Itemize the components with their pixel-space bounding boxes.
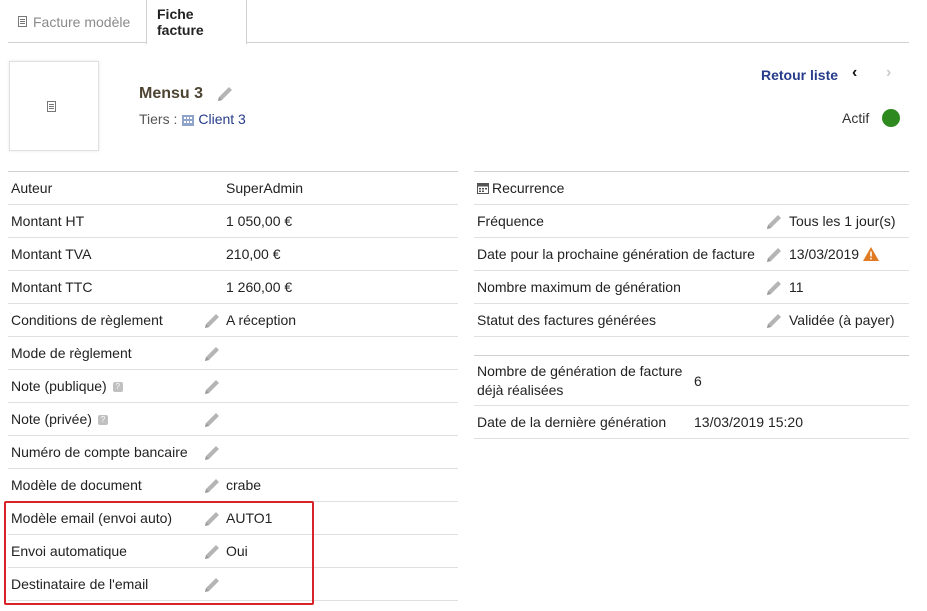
document-icon (18, 16, 27, 27)
page-title: Mensu 3 (139, 84, 235, 104)
field-value: 6 (694, 372, 702, 389)
field-label: Numéro de compte bancaire (11, 444, 188, 460)
edit-pencil-icon[interactable] (764, 278, 784, 298)
field-value: SuperAdmin (226, 180, 304, 196)
table-row: Date de la dernière génération 13/03/201… (474, 406, 909, 439)
field-value: crabe (226, 477, 262, 493)
edit-pencil-icon[interactable] (764, 245, 784, 265)
edit-pencil-icon[interactable] (202, 443, 222, 463)
table-row: Nombre de génération de facture déjà réa… (474, 356, 909, 406)
company-icon (182, 114, 195, 126)
document-icon (46, 100, 56, 112)
table-row: Nombre maximum de génération 11 (474, 271, 909, 304)
status-label: Actif (842, 110, 870, 126)
edit-pencil-icon[interactable] (202, 476, 222, 496)
field-label: Statut des factures générées (477, 312, 656, 328)
field-value: 11 (789, 279, 804, 295)
field-label-text: Note (privée) (11, 411, 92, 427)
table-row: Numéro de compte bancaire (8, 436, 458, 469)
field-value: Validée (à payer) (789, 312, 895, 328)
edit-pencil-icon[interactable] (202, 344, 222, 364)
edit-pencil-icon[interactable] (764, 311, 784, 331)
field-value: A réception (226, 312, 297, 328)
tiers-label: Tiers : (139, 111, 178, 127)
edit-pencil-icon[interactable] (215, 84, 235, 104)
edit-pencil-icon[interactable] (202, 311, 222, 331)
field-label: Montant TTC (11, 279, 93, 295)
table-row: Date pour la prochaine génération de fac… (474, 238, 909, 271)
field-label: Nombre maximum de génération (477, 279, 681, 295)
field-label: Date pour la prochaine génération de fac… (477, 246, 755, 262)
generation-stats-table: Nombre de génération de facture déjà réa… (474, 355, 909, 439)
field-label: Montant HT (11, 213, 85, 229)
tab-fiche-facture[interactable]: Fiche facture (146, 0, 247, 44)
previous-record-icon[interactable]: ‹ (852, 64, 857, 82)
document-thumbnail (9, 61, 99, 151)
help-icon[interactable]: ? (112, 382, 123, 393)
field-label: Mode de règlement (11, 345, 132, 361)
help-icon[interactable]: ? (97, 415, 108, 426)
edit-pencil-icon[interactable] (764, 212, 784, 232)
table-row: Mode de règlement (8, 337, 458, 370)
table-row: Montant TVA 210,00 € (8, 238, 458, 271)
next-date-value: 13/03/2019 (789, 246, 860, 262)
status-active-icon (882, 109, 900, 127)
recurrence-heading-text: Recurrence (492, 180, 565, 196)
tab-label: Fiche facture (157, 6, 204, 38)
field-label: Conditions de règlement (11, 312, 163, 328)
highlight-box (4, 501, 314, 605)
field-label-line2: déjà réalisées (477, 381, 564, 398)
tab-label: Facture modèle (33, 13, 131, 30)
field-value: 1 260,00 € (226, 279, 293, 295)
field-label: Note (publique)? (11, 378, 123, 394)
tab-facture-modele[interactable]: Facture modèle (8, 0, 140, 43)
edit-pencil-icon[interactable] (202, 410, 222, 430)
table-row: Note (publique)? (8, 370, 458, 403)
back-to-list-link[interactable]: Retour liste (761, 67, 838, 83)
table-row: Modèle de document crabe (8, 469, 458, 502)
field-label-line1: Nombre de génération de facture (477, 362, 683, 379)
table-row: Montant HT 1 050,00 € (8, 205, 458, 238)
recurrence-heading: Recurrence (477, 180, 564, 196)
invoice-ref: Mensu 3 (139, 85, 204, 102)
calendar-icon (477, 183, 489, 194)
table-row: Montant TTC 1 260,00 € (8, 271, 458, 304)
field-label: Modèle de document (11, 477, 142, 493)
field-label: Auteur (11, 180, 53, 196)
table-row: Statut des factures générées Validée (à … (474, 304, 909, 337)
field-value: Tous les 1 jour(s) (789, 213, 896, 229)
field-label: Nombre de génération de facture déjà réa… (477, 362, 682, 400)
recurrence-heading-row: Recurrence (474, 172, 909, 205)
field-value: 1 050,00 € (226, 213, 293, 229)
next-record-icon[interactable]: › (886, 64, 891, 82)
field-value: 13/03/2019 (789, 246, 880, 262)
table-row: Fréquence Tous les 1 jour(s) (474, 205, 909, 238)
client-link[interactable]: Client 3 (198, 111, 245, 127)
field-label: Montant TVA (11, 246, 92, 262)
table-row: Auteur SuperAdmin (8, 172, 458, 205)
tiers-line: Tiers : Client 3 (139, 111, 246, 127)
tab-bar: Facture modèle Fiche facture (8, 0, 909, 44)
field-label: Note (privée)? (11, 411, 108, 427)
table-row: Conditions de règlement A réception (8, 304, 458, 337)
warning-icon (863, 247, 880, 261)
field-value: 13/03/2019 15:20 (694, 414, 803, 430)
table-row: Note (privée)? (8, 403, 458, 436)
edit-pencil-icon[interactable] (202, 377, 222, 397)
recurrence-table: Recurrence Fréquence Tous les 1 jour(s) … (474, 171, 909, 337)
field-label: Date de la dernière génération (477, 414, 667, 430)
field-value: 210,00 € (226, 246, 281, 262)
field-label: Fréquence (477, 213, 544, 229)
field-label-text: Note (publique) (11, 378, 107, 394)
